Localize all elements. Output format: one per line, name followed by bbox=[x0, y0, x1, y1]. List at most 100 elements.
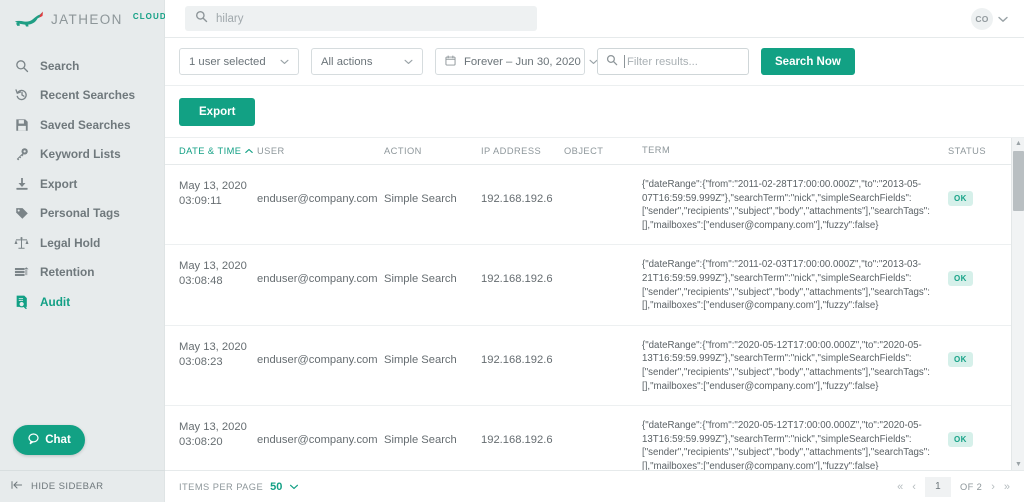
sidebar-item-label: Legal Hold bbox=[40, 235, 101, 250]
cell-user: enduser@company.com bbox=[257, 434, 378, 447]
chevron-right-icon[interactable]: › bbox=[991, 481, 995, 493]
column-header-user[interactable]: USER bbox=[257, 146, 384, 156]
sidebar-item-keyword-lists[interactable]: Keyword Lists bbox=[0, 140, 164, 170]
sidebar-item-label: Saved Searches bbox=[40, 117, 131, 132]
scroll-down-arrow-icon[interactable]: ▼ bbox=[1015, 461, 1022, 468]
cell-ip-address: 192.168.192.6 bbox=[481, 434, 553, 447]
sidebar-item-saved-searches[interactable]: Saved Searches bbox=[0, 110, 164, 140]
brand-name: JATHEON bbox=[51, 11, 123, 27]
date-range-select[interactable]: Forever – Jun 30, 2020 bbox=[435, 48, 598, 75]
action-select[interactable]: All actions bbox=[311, 48, 423, 75]
hide-sidebar-label: HIDE SIDEBAR bbox=[31, 481, 104, 492]
table-row[interactable]: May 13, 2020 03:09:11 enduser@company.co… bbox=[165, 165, 1024, 246]
sidebar-item-label: Audit bbox=[40, 294, 71, 309]
cell-action: Simple Search bbox=[384, 434, 457, 447]
cell-term: {"dateRange":{"from":"2011-02-03T17:00:0… bbox=[642, 259, 930, 312]
status-badge: OK bbox=[948, 432, 973, 448]
table-row[interactable]: May 13, 2020 03:08:23 enduser@company.co… bbox=[165, 326, 1024, 407]
user-select[interactable]: 1 user selected bbox=[179, 48, 299, 75]
status-badge: OK bbox=[948, 351, 973, 367]
cell-date-time: May 13, 2020 03:08:23 bbox=[179, 340, 247, 368]
calendar-icon bbox=[445, 54, 456, 69]
sidebar-item-personal-tags[interactable]: Personal Tags bbox=[0, 199, 164, 229]
sidebar-item-label: Recent Searches bbox=[40, 88, 136, 103]
search-now-button[interactable]: Search Now bbox=[761, 48, 855, 75]
history-icon bbox=[14, 88, 29, 103]
chat-button-label: Chat bbox=[45, 434, 71, 446]
topbar: hilary CO bbox=[165, 0, 1024, 38]
cell-user: enduser@company.com bbox=[257, 193, 378, 205]
column-header-action[interactable]: ACTION bbox=[384, 146, 481, 156]
sidebar-item-legal-hold[interactable]: Legal Hold bbox=[0, 228, 164, 258]
user-menu[interactable]: CO bbox=[971, 7, 1008, 30]
column-header-ip-address[interactable]: IP ADDRESS bbox=[481, 146, 564, 156]
sidebar-item-search[interactable]: Search bbox=[0, 51, 164, 81]
double-chevron-right-icon[interactable]: » bbox=[1004, 481, 1010, 493]
cell-action: Simple Search bbox=[384, 273, 457, 286]
app-root: JATHEON CLOUD Search Recent Searches Sav… bbox=[0, 0, 1024, 502]
search-icon bbox=[14, 58, 29, 73]
cell-status: OK bbox=[948, 165, 1010, 244]
cell-ip-address: 192.168.192.6 bbox=[481, 353, 553, 366]
date-range-value: Forever – Jun 30, 2020 bbox=[464, 55, 581, 68]
status-badge: OK bbox=[948, 271, 973, 287]
collapse-left-icon bbox=[11, 480, 23, 493]
cell-status: OK bbox=[948, 326, 1010, 405]
column-header-date-time[interactable]: DATE & TIME bbox=[179, 144, 257, 159]
chevron-left-icon[interactable]: ‹ bbox=[912, 481, 916, 493]
page-number-input[interactable]: 1 bbox=[924, 476, 951, 497]
double-chevron-left-icon[interactable]: « bbox=[897, 481, 903, 493]
cell-object bbox=[564, 406, 642, 470]
cell-action: Simple Search bbox=[384, 353, 457, 366]
brand-logo[interactable]: JATHEON CLOUD bbox=[0, 0, 166, 38]
archive-icon bbox=[14, 265, 29, 280]
cell-term: {"dateRange":{"from":"2011-02-28T17:00:0… bbox=[642, 179, 930, 231]
sidebar-item-label: Export bbox=[40, 176, 78, 191]
table-row[interactable]: May 13, 2020 03:08:48 enduser@company.co… bbox=[165, 245, 1024, 326]
cell-term: {"dateRange":{"from":"2020-05-12T17:00:0… bbox=[642, 339, 930, 392]
cell-ip-address: 192.168.192.6 bbox=[481, 193, 553, 205]
sidebar-item-export[interactable]: Export bbox=[0, 169, 164, 199]
scales-icon bbox=[14, 235, 29, 250]
hide-sidebar-button[interactable]: HIDE SIDEBAR bbox=[0, 470, 165, 502]
items-per-page-label: ITEMS PER PAGE bbox=[179, 481, 264, 492]
chat-button[interactable]: Chat bbox=[13, 425, 85, 455]
cell-user: enduser@company.com bbox=[257, 273, 378, 286]
sidebar-item-audit[interactable]: Audit bbox=[0, 287, 164, 317]
global-search-input[interactable]: hilary bbox=[185, 6, 537, 31]
cell-status: OK bbox=[948, 245, 1010, 324]
sidebar-item-label: Search bbox=[40, 58, 80, 73]
chevron-down-icon bbox=[280, 57, 289, 67]
fox-logo-icon bbox=[14, 10, 44, 28]
cell-term: {"dateRange":{"from":"2020-05-12T17:00:0… bbox=[642, 420, 930, 470]
chat-bubble-icon bbox=[27, 432, 40, 448]
column-header-status[interactable]: STATUS bbox=[948, 146, 1010, 156]
sidebar-item-retention[interactable]: Retention bbox=[0, 258, 164, 288]
scrollbar-thumb[interactable] bbox=[1013, 151, 1024, 211]
scroll-up-arrow-icon[interactable]: ▲ bbox=[1015, 140, 1022, 147]
cell-action: Simple Search bbox=[384, 193, 457, 205]
caret-up-icon bbox=[245, 144, 254, 159]
filter-results-input[interactable]: Filter results... bbox=[597, 48, 749, 75]
table-row[interactable]: May 13, 2020 03:08:20 enduser@company.co… bbox=[165, 406, 1024, 470]
export-button[interactable]: Export bbox=[179, 97, 256, 126]
floppy-disk-icon bbox=[14, 117, 29, 132]
export-bar: Export bbox=[165, 86, 1024, 138]
page-total-label: OF 2 bbox=[959, 481, 983, 492]
items-per-page[interactable]: ITEMS PER PAGE 50 bbox=[179, 481, 299, 493]
chevron-down-icon bbox=[998, 10, 1008, 28]
table-vertical-scrollbar[interactable]: ▲ ▼ bbox=[1011, 138, 1024, 470]
filter-results-placeholder: Filter results... bbox=[627, 55, 698, 68]
avatar: CO bbox=[971, 7, 993, 30]
search-icon bbox=[606, 53, 618, 71]
text-caret bbox=[624, 55, 625, 68]
cell-ip-address: 192.168.192.6 bbox=[481, 273, 553, 286]
column-header-term[interactable]: TERM bbox=[642, 144, 948, 158]
main-content: hilary CO 1 user selected All actions Fo… bbox=[165, 0, 1024, 502]
column-header-object[interactable]: OBJECT bbox=[564, 146, 642, 156]
sidebar-item-label: Personal Tags bbox=[40, 206, 120, 221]
sidebar-item-recent-searches[interactable]: Recent Searches bbox=[0, 81, 164, 111]
table-header-row: DATE & TIME USER ACTION IP ADDRESS OBJEC… bbox=[165, 138, 1024, 165]
filter-bar: 1 user selected All actions Forever – Ju… bbox=[165, 38, 1024, 86]
sidebar-nav: Search Recent Searches Saved Searches Ke… bbox=[0, 51, 164, 317]
